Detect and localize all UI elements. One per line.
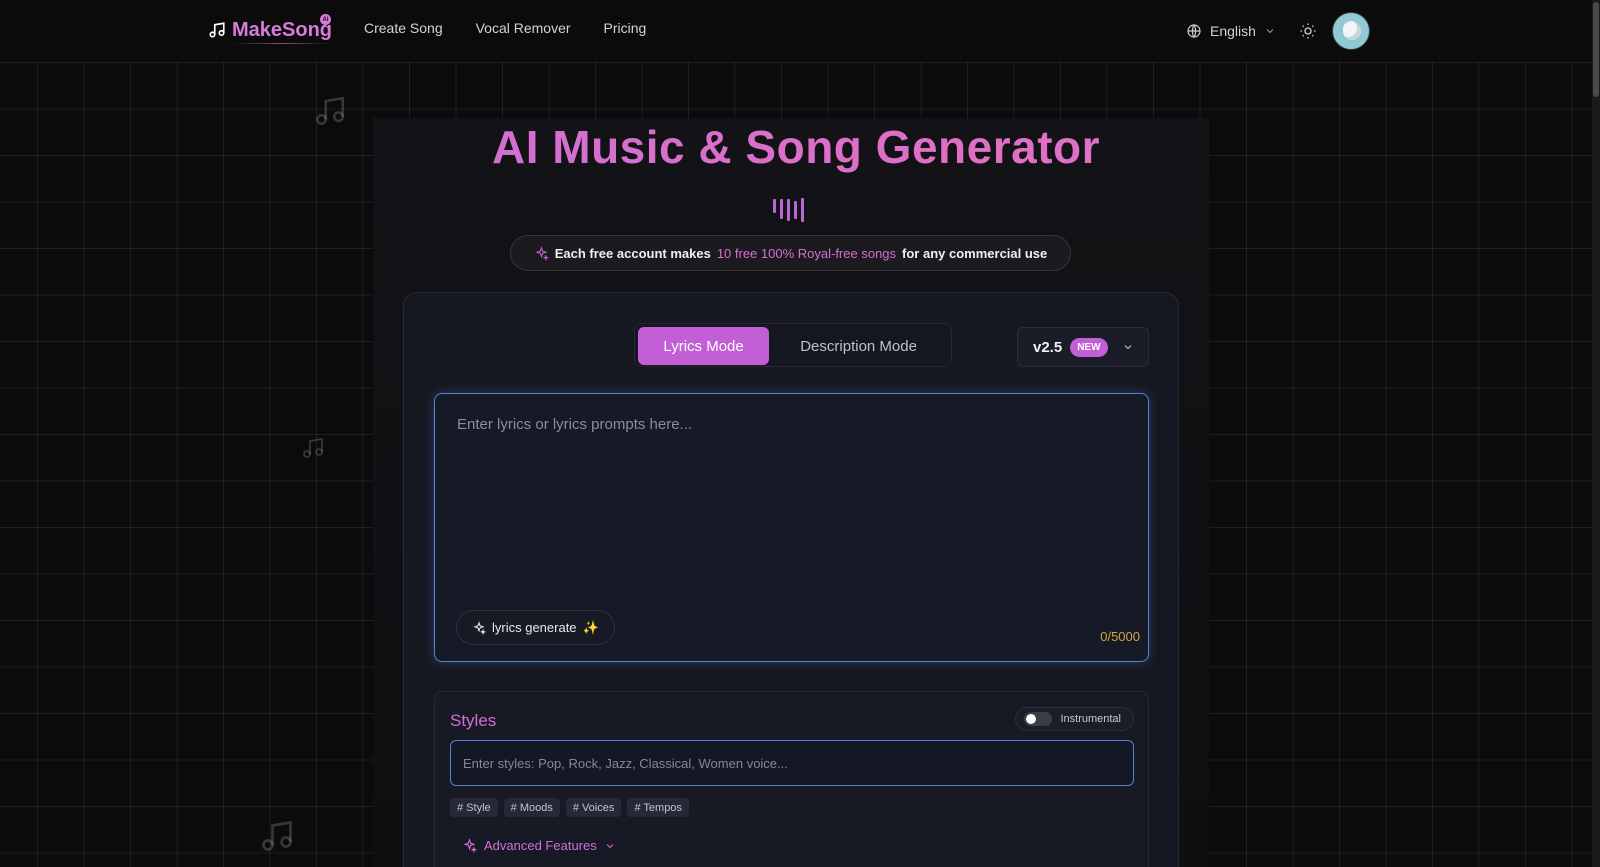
globe-icon	[1187, 24, 1201, 38]
tag-style[interactable]: # Style	[450, 798, 498, 817]
sparkles-icon: ✨	[582, 619, 599, 635]
chevron-down-icon	[606, 843, 614, 848]
nav-vocal-remover[interactable]: Vocal Remover	[476, 20, 571, 36]
advanced-features-label: Advanced Features	[484, 838, 597, 853]
advanced-features-toggle[interactable]: Advanced Features	[462, 838, 616, 853]
sun-icon	[1300, 23, 1316, 39]
styles-input[interactable]	[450, 740, 1134, 786]
logo-underline	[232, 43, 332, 44]
chevron-down-icon	[1124, 345, 1131, 350]
brand-name: MakeSong	[232, 18, 333, 41]
music-note-icon	[303, 437, 323, 458]
sparkle-icon	[535, 245, 549, 261]
free-songs-banner: Each free account makes 10 free 100% Roy…	[510, 235, 1071, 271]
tab-lyrics-mode[interactable]: Lyrics Mode	[638, 327, 770, 365]
sparkle-icon	[473, 620, 486, 635]
new-badge: NEW	[1070, 337, 1108, 357]
instrumental-toggle[interactable]: Instrumental	[1015, 707, 1134, 731]
tag-moods[interactable]: # Moods	[503, 798, 560, 817]
sparkle-icon	[463, 838, 477, 853]
instrumental-label: Instrumental	[1060, 713, 1121, 725]
mode-switch: Lyrics Mode Description Mode	[634, 323, 952, 367]
language-selector[interactable]: English	[1186, 23, 1276, 39]
version-label: v2.5	[1033, 338, 1063, 356]
lyrics-input-box: lyrics generate ✨ 0/5000	[434, 393, 1149, 662]
page-title: AI Music & Song Generator	[0, 120, 1592, 174]
header-actions: English	[1186, 12, 1370, 50]
song-creator-card: Lyrics Mode Description Mode v2.5 NEW ly…	[403, 292, 1179, 867]
tag-tempos[interactable]: # Tempos	[627, 798, 689, 817]
brand-logo[interactable]: MakeSong AI	[208, 14, 333, 44]
user-avatar[interactable]	[1331, 12, 1370, 50]
theme-toggle-button[interactable]	[1298, 21, 1318, 41]
style-tags: # Style # Moods # Voices # Tempos	[450, 798, 689, 817]
promo-highlight: 10 free 100% Royal-free songs	[716, 245, 897, 261]
promo-suffix: for any commercial use	[902, 245, 1048, 261]
tag-voices[interactable]: # Voices	[565, 798, 622, 817]
styles-title: Styles	[450, 711, 497, 730]
promo-prefix: Each free account makes	[554, 245, 711, 261]
ai-badge: AI	[320, 14, 331, 25]
page-scrollbar[interactable]	[1592, 0, 1600, 867]
chevron-down-icon	[1266, 29, 1274, 34]
styles-panel: Styles Instrumental # Style # Moods # Vo…	[434, 691, 1149, 867]
nav-pricing[interactable]: Pricing	[604, 20, 647, 36]
music-note-icon	[209, 22, 225, 38]
lyrics-generate-label: lyrics generate	[492, 620, 577, 635]
music-note-icon	[262, 820, 292, 851]
language-label: English	[1210, 23, 1256, 39]
lyrics-generate-button[interactable]: lyrics generate ✨	[456, 610, 615, 645]
top-header: MakeSong AI Create Song Vocal Remover Pr…	[0, 0, 1592, 60]
scrollbar-thumb[interactable]	[1593, 2, 1599, 97]
model-version-select[interactable]: v2.5 NEW	[1017, 327, 1149, 367]
character-counter: 0/5000	[1100, 629, 1140, 644]
main-nav: Create Song Vocal Remover Pricing	[364, 20, 646, 36]
tab-description-mode[interactable]: Description Mode	[769, 327, 948, 365]
toggle-switch[interactable]	[1024, 712, 1053, 726]
nav-create-song[interactable]: Create Song	[364, 20, 443, 36]
lyrics-input[interactable]	[435, 394, 1148, 594]
equalizer-icon	[773, 197, 809, 223]
